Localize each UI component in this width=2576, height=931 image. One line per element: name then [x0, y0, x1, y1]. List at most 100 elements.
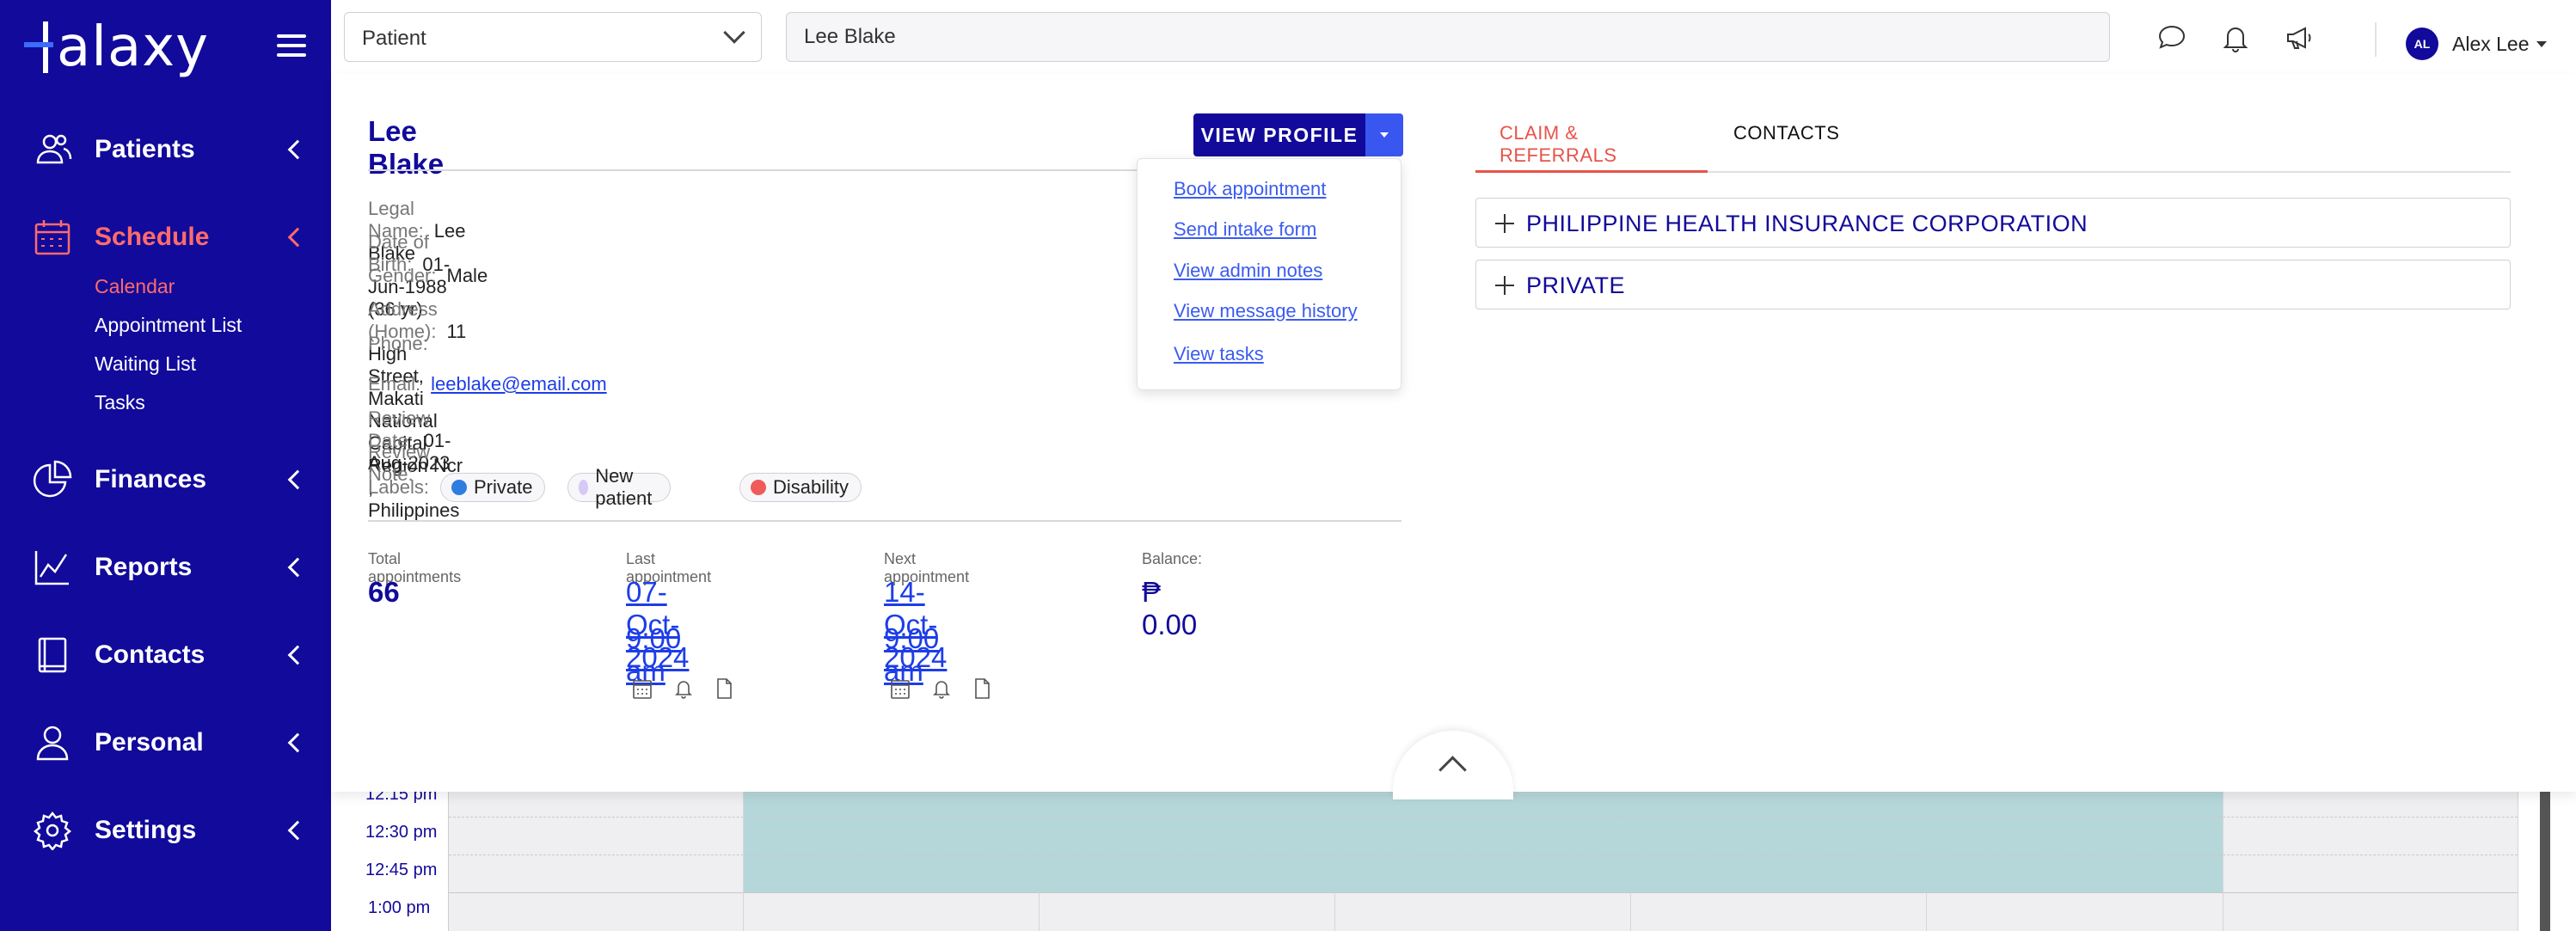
logo-text: alaxy: [57, 15, 209, 79]
sidebar-item-label: Schedule: [95, 223, 210, 251]
pie-chart-icon: [33, 460, 72, 498]
sidebar-item-label: Contacts: [95, 640, 205, 669]
label-chip[interactable]: Disability: [739, 473, 862, 502]
search-type-select[interactable]: Patient: [344, 12, 762, 62]
sidebar-item-contacts[interactable]: Contacts: [0, 629, 331, 681]
users-icon: [36, 134, 72, 164]
document-icon[interactable]: [972, 677, 992, 700]
tab-claim-referrals[interactable]: CLAIM & REFERRALS: [1500, 122, 1617, 167]
chevron-left-icon: [287, 820, 308, 841]
sidebar: alaxy Patients Schedule Calendar Appoint…: [0, 0, 331, 931]
tab-contacts[interactable]: CONTACTS: [1733, 122, 1839, 144]
sidebar-item-label: Settings: [95, 816, 197, 844]
grid-line: [1039, 892, 1040, 931]
menu-item-view-tasks[interactable]: View tasks: [1174, 343, 1264, 365]
accordion-title: PRIVATE: [1526, 273, 1626, 298]
chat-icon[interactable]: [2156, 22, 2187, 53]
sidebar-item-reports[interactable]: Reports: [0, 542, 331, 593]
calendar-scrollbar[interactable]: [2540, 791, 2550, 931]
plus-icon: [1495, 214, 1514, 233]
caret-down-icon[interactable]: [2536, 41, 2547, 47]
line-chart-icon: [34, 551, 69, 585]
sidebar-subitem-waiting-list[interactable]: Waiting List: [95, 352, 196, 376]
patient-search-input[interactable]: [804, 23, 2008, 51]
divider: [368, 520, 1401, 522]
bell-icon[interactable]: [931, 677, 952, 700]
grid-line: [1630, 892, 1631, 931]
chevron-left-icon: [287, 557, 308, 578]
menu-item-view-admin-notes[interactable]: View admin notes: [1174, 260, 1322, 282]
appointment-block[interactable]: [744, 791, 2223, 892]
gear-icon: [33, 811, 72, 850]
chevron-left-icon: [287, 139, 308, 160]
accordion-private[interactable]: PRIVATE: [1475, 260, 2511, 309]
grid-line: [449, 854, 2518, 855]
grid-line: [449, 892, 2518, 893]
sidebar-item-personal[interactable]: Personal: [0, 717, 331, 769]
logo-mark-icon: [24, 21, 62, 73]
label-chip[interactable]: New patient: [567, 465, 672, 509]
time-label: 12:30 pm: [365, 823, 438, 842]
view-profile-menu: Book appointment Send intake form View a…: [1137, 158, 1401, 390]
plus-icon: [1495, 276, 1514, 295]
sidebar-item-label: Personal: [95, 728, 204, 756]
sidebar-subitem-appointment-list[interactable]: Appointment List: [95, 314, 242, 337]
accordion-philhealth[interactable]: PHILIPPINE HEALTH INSURANCE CORPORATION: [1475, 198, 2511, 248]
halaxy-logo[interactable]: alaxy: [24, 15, 209, 79]
accordion-title: PHILIPPINE HEALTH INSURANCE CORPORATION: [1526, 211, 2088, 236]
chevron-left-icon: [287, 227, 308, 248]
topbar-divider: [2375, 22, 2377, 57]
label-color-dot: [451, 480, 467, 495]
chevron-down-icon: [723, 21, 745, 44]
grid-line: [1926, 892, 1927, 931]
menu-item-view-message-history[interactable]: View message history: [1174, 300, 1358, 322]
chevron-left-icon: [287, 469, 308, 490]
sidebar-subitem-tasks[interactable]: Tasks: [95, 391, 145, 414]
sidebar-item-settings[interactable]: Settings: [0, 805, 331, 856]
sidebar-item-patients[interactable]: Patients: [0, 124, 331, 175]
view-profile-button[interactable]: VIEW PROFILE: [1193, 113, 1365, 156]
avatar[interactable]: AL: [2406, 28, 2438, 60]
label-color-dot: [579, 480, 589, 495]
email-link[interactable]: leeblake@email.com: [431, 373, 607, 395]
megaphone-icon[interactable]: [2284, 22, 2315, 53]
sidebar-item-label: Reports: [95, 553, 193, 581]
balance-value: ₱ 0.00: [1142, 576, 1198, 640]
menu-toggle-icon[interactable]: [277, 34, 306, 57]
sidebar-item-schedule[interactable]: Schedule: [0, 211, 331, 263]
sidebar-item-label: Patients: [95, 135, 195, 163]
time-label: 1:00 pm: [368, 898, 431, 917]
book-icon: [38, 637, 67, 673]
active-tab-indicator: [1475, 170, 1708, 173]
calendar-icon[interactable]: [890, 677, 911, 700]
calendar-icon: [34, 220, 71, 255]
view-profile-dropdown-toggle[interactable]: [1365, 113, 1403, 156]
chevron-left-icon: [287, 645, 308, 665]
labels-row: Labels:: [368, 476, 429, 498]
document-icon[interactable]: [714, 677, 734, 700]
time-label: 12:45 pm: [365, 861, 438, 879]
grid-line: [1334, 892, 1335, 931]
grid-line: [449, 817, 2518, 818]
label-chip[interactable]: Private: [440, 473, 546, 502]
email-row: Email: leeblake@email.com: [368, 373, 607, 395]
patient-search-box[interactable]: [786, 12, 2110, 62]
balance-label: Balance:: [1142, 550, 1203, 567]
menu-item-book-appointment[interactable]: Book appointment: [1174, 178, 1326, 200]
label-color-dot: [751, 480, 766, 495]
search-type-value: Patient: [362, 27, 426, 50]
sidebar-item-label: Finances: [95, 465, 207, 493]
chevron-left-icon: [287, 732, 308, 753]
menu-item-send-intake-form[interactable]: Send intake form: [1174, 218, 1316, 241]
grid-line: [743, 791, 744, 931]
calendar-icon[interactable]: [632, 677, 653, 700]
bell-icon[interactable]: [673, 677, 694, 700]
person-icon: [36, 726, 69, 761]
phone-row: Phone:: [368, 333, 428, 354]
gender-row: Gender: Male: [368, 265, 488, 286]
user-name[interactable]: Alex Lee: [2452, 33, 2530, 56]
sidebar-subitem-calendar[interactable]: Calendar: [95, 275, 175, 298]
sidebar-item-finances[interactable]: Finances: [0, 454, 331, 505]
bell-icon[interactable]: [2220, 22, 2251, 53]
total-appointments-value: 66: [368, 576, 400, 608]
